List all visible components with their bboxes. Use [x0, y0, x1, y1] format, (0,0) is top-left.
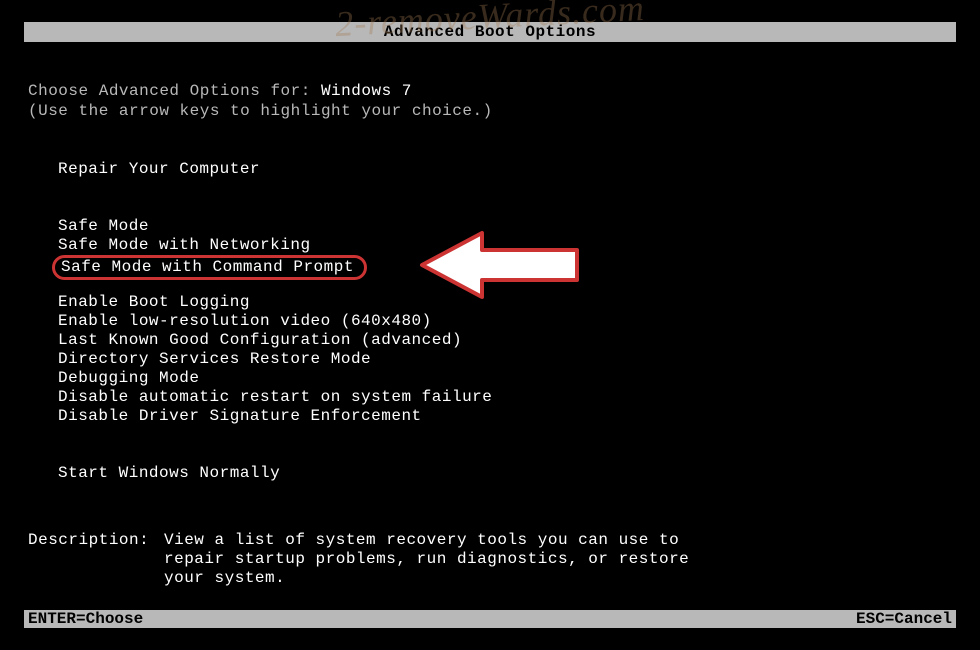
- menu-item-repair[interactable]: Repair Your Computer: [52, 160, 266, 179]
- boot-screen: Advanced Boot Options Choose Advanced Op…: [0, 0, 980, 588]
- menu-item-debug[interactable]: Debugging Mode: [52, 369, 205, 388]
- menu-item-bootlog[interactable]: Enable Boot Logging: [52, 293, 256, 312]
- menu-item-startnormal[interactable]: Start Windows Normally: [52, 464, 286, 483]
- menu-item-disablesig[interactable]: Disable Driver Signature Enforcement: [52, 407, 428, 426]
- footer-enter: ENTER=Choose: [28, 610, 143, 628]
- prompt-prefix: Choose Advanced Options for:: [28, 82, 321, 100]
- menu-item-safemode-net[interactable]: Safe Mode with Networking: [52, 236, 317, 255]
- prompt-line: Choose Advanced Options for: Windows 7: [28, 82, 952, 100]
- description-text: View a list of system recovery tools you…: [164, 531, 724, 588]
- menu-item-safemode[interactable]: Safe Mode: [52, 217, 155, 236]
- os-name: Windows 7: [321, 82, 412, 100]
- boot-menu[interactable]: Repair Your Computer Safe Mode Safe Mode…: [28, 160, 952, 483]
- menu-item-noautorestart[interactable]: Disable automatic restart on system fail…: [52, 388, 498, 407]
- description-block: Description: View a list of system recov…: [28, 531, 952, 588]
- footer-esc: ESC=Cancel: [856, 610, 952, 628]
- footer-bar: ENTER=Choose ESC=Cancel: [24, 610, 956, 628]
- menu-item-lkgc[interactable]: Last Known Good Configuration (advanced): [52, 331, 468, 350]
- title-bar: Advanced Boot Options: [24, 22, 956, 42]
- body-area: Choose Advanced Options for: Windows 7 (…: [24, 42, 956, 588]
- menu-item-lowres[interactable]: Enable low-resolution video (640x480): [52, 312, 438, 331]
- description-label: Description:: [28, 531, 164, 588]
- hint-line: (Use the arrow keys to highlight your ch…: [28, 102, 952, 120]
- menu-item-dsrm[interactable]: Directory Services Restore Mode: [52, 350, 377, 369]
- menu-item-safemode-cmd-highlighted[interactable]: Safe Mode with Command Prompt: [52, 255, 367, 280]
